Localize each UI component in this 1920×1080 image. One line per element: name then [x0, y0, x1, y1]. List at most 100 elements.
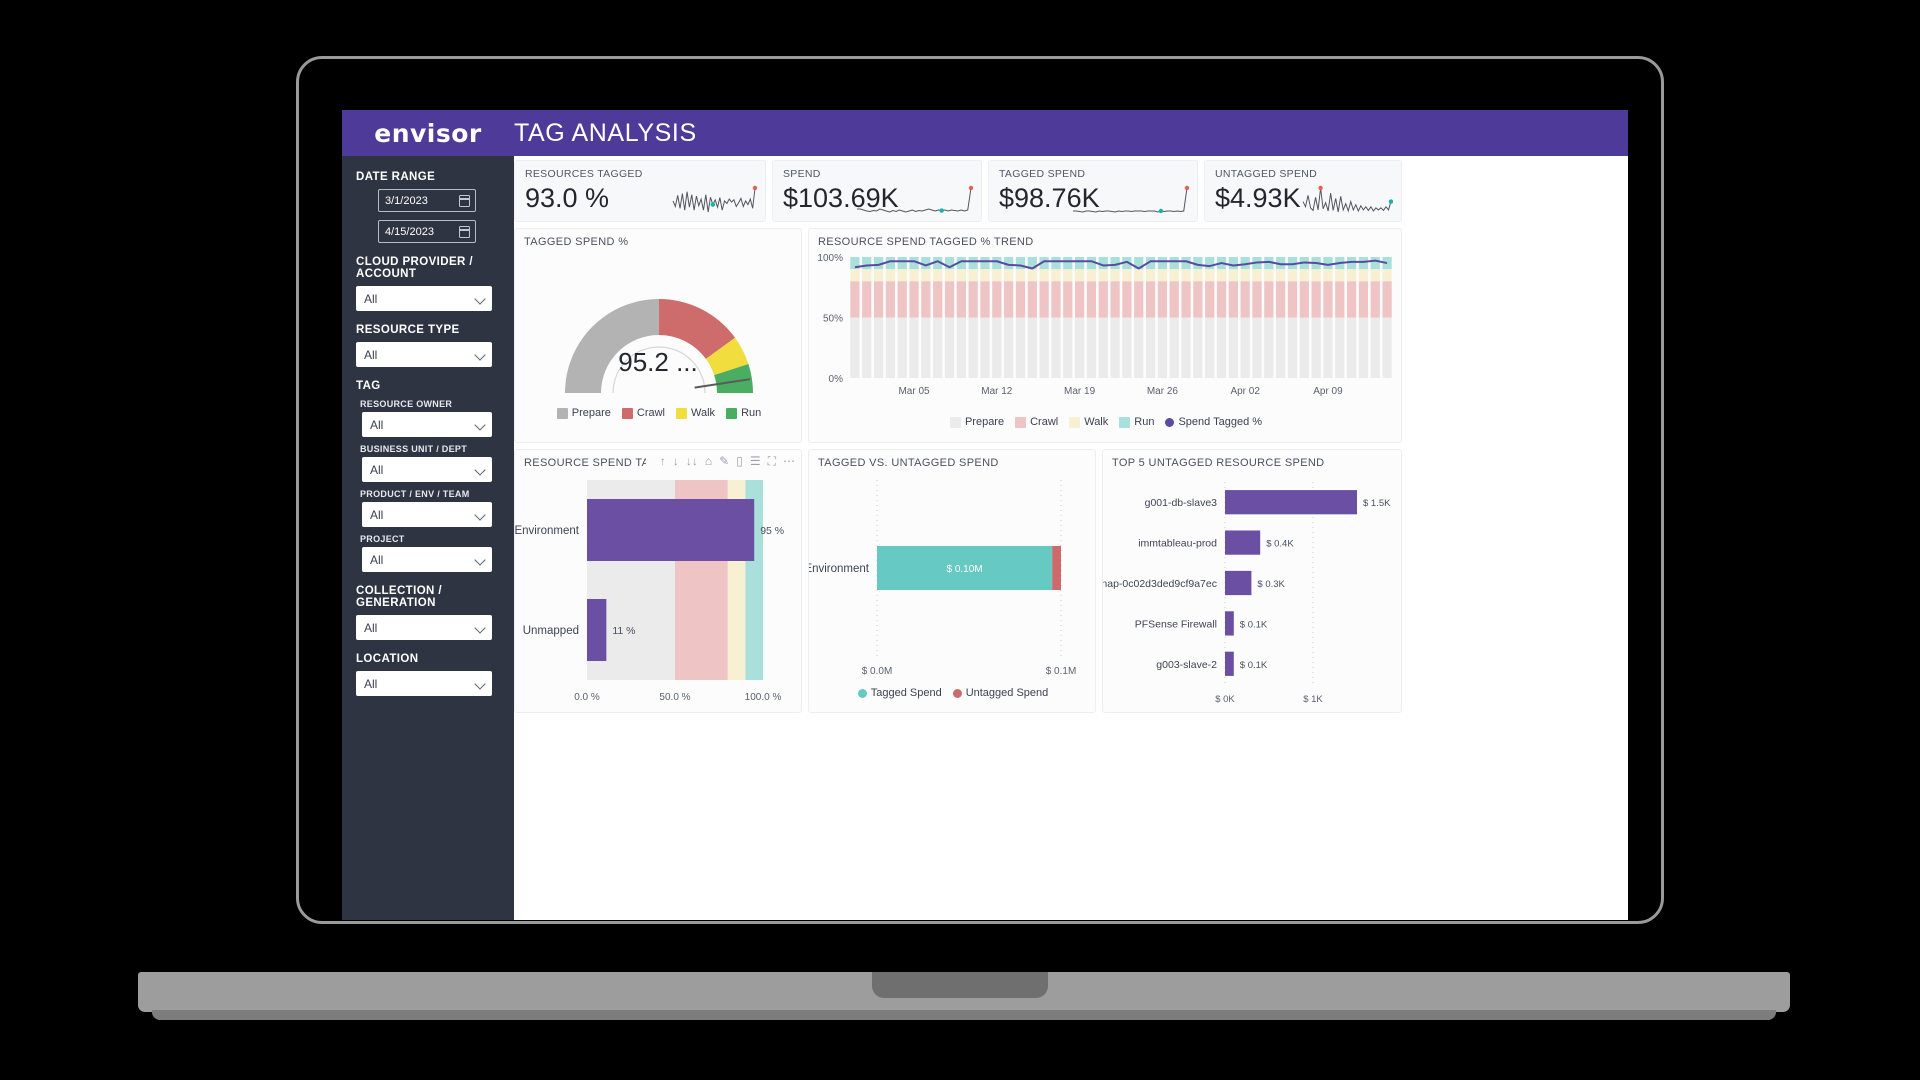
legend-swatch	[621, 407, 633, 419]
chevron-down-icon[interactable]	[474, 419, 486, 431]
page-title: TAG ANALYSIS	[514, 118, 697, 147]
resource-owner-value: All	[370, 417, 384, 432]
svg-text:$ 0.3K: $ 0.3K	[1257, 579, 1285, 590]
chevron-down-icon[interactable]	[474, 622, 486, 634]
legend-label: Prepare	[571, 407, 611, 419]
chevron-down-icon[interactable]	[474, 554, 486, 566]
filter-sublabel-project: PROJECT	[360, 534, 405, 544]
kpi-card-resources-tagged[interactable]: RESOURCES TAGGED 93.0 %	[514, 160, 766, 222]
kpi-value: $4.93K	[1215, 183, 1301, 213]
svg-text:$ 0.1K: $ 0.1K	[1240, 660, 1268, 671]
chevron-down-icon[interactable]	[474, 293, 486, 305]
focus-icon[interactable]: ⛶	[768, 455, 776, 467]
legend-swatch	[1069, 416, 1081, 428]
svg-text:50.0 %: 50.0 %	[659, 692, 690, 703]
report-canvas: RESOURCES TAGGED 93.0 % SPEND $103.69K T…	[514, 156, 1628, 920]
project-value: All	[370, 552, 384, 567]
cloud-provider-select[interactable]: All	[356, 286, 492, 311]
business-unit-value: All	[370, 462, 384, 477]
more-options-icon[interactable]: ⋯	[783, 455, 795, 467]
svg-text:Apr 09: Apr 09	[1313, 386, 1343, 397]
location-select[interactable]: All	[356, 671, 492, 696]
svg-text:Mar 05: Mar 05	[898, 386, 930, 397]
legend-swatch	[1165, 417, 1175, 427]
svg-text:g003-slave-2: g003-slave-2	[1156, 659, 1217, 671]
laptop-base-shadow	[152, 1010, 1776, 1020]
legend-item[interactable]: Tagged Spend	[857, 687, 942, 699]
product-env-team-select[interactable]: All	[362, 502, 492, 527]
legend-swatch	[949, 416, 961, 428]
legend-item[interactable]: Crawl	[1015, 416, 1058, 428]
chevron-down-icon[interactable]	[474, 678, 486, 690]
cloud-provider-value: All	[364, 291, 378, 306]
legend-swatch	[1015, 416, 1027, 428]
legend-item[interactable]: Walk	[1069, 416, 1108, 428]
legend-label: Run	[1134, 416, 1155, 428]
drill-icon[interactable]: ⌂	[705, 455, 712, 467]
legend-item[interactable]: Walk	[676, 407, 715, 419]
visual-tagged-spend-gauge[interactable]: TAGGED SPEND % 95.2 ... Prepare Crawl Walk…	[514, 228, 802, 443]
sparkline-chart	[1071, 183, 1190, 220]
business-unit-select[interactable]: All	[362, 457, 492, 482]
resource-type-select[interactable]: All	[356, 342, 492, 367]
chevron-down-icon[interactable]	[474, 509, 486, 521]
start-date-field[interactable]: 3/1/2023	[378, 189, 476, 212]
svg-text:PFSense Firewall: PFSense Firewall	[1135, 618, 1217, 630]
laptop-trackpad-notch	[872, 972, 1048, 998]
sparkline-chart	[1301, 183, 1394, 220]
filter-sublabel-resource-owner: RESOURCE OWNER	[360, 399, 453, 409]
visual-toolbar[interactable]: ↑ ↓ ↓↓ ⌂ ✎ ▯ ☰ ⛶ ⋯	[660, 455, 795, 467]
svg-text:$ 0.0M: $ 0.0M	[862, 666, 893, 677]
legend-item[interactable]: Spend Tagged %	[1165, 416, 1262, 428]
legend-item[interactable]: Prepare	[556, 407, 611, 419]
start-date-value: 3/1/2023	[385, 194, 428, 207]
project-select[interactable]: All	[362, 547, 492, 572]
svg-text:$ 0.1M: $ 0.1M	[1046, 666, 1077, 677]
app-header: envisor TAG ANALYSIS	[342, 110, 1628, 156]
legend-item[interactable]: Run	[726, 407, 761, 419]
legend-item[interactable]: Untagged Spend	[952, 687, 1048, 699]
sort-asc-icon[interactable]: ↑	[660, 455, 666, 467]
end-date-field[interactable]: 4/15/2023	[378, 220, 476, 243]
chevron-down-icon[interactable]	[474, 464, 486, 476]
collection-generation-select[interactable]: All	[356, 615, 492, 640]
kpi-card-spend[interactable]: SPEND $103.69K	[772, 160, 982, 222]
kpi-card-tagged-spend[interactable]: TAGGED SPEND $98.76K	[988, 160, 1198, 222]
kpi-label: SPEND	[783, 168, 821, 180]
svg-text:$ 1.5K: $ 1.5K	[1363, 498, 1391, 509]
legend-swatch	[857, 688, 867, 698]
kpi-label: UNTAGGED SPEND	[1215, 168, 1318, 180]
visual-resource-spend-tagged[interactable]: RESOURCE SPEND TAGGED % ↑↓↓↓⌂✎▯☰⛶⋯ Envir…	[514, 449, 802, 713]
visual-resource-spend-trend[interactable]: RESOURCE SPEND TAGGED % TREND 0% 50% 100% M…	[808, 228, 1402, 443]
envisor-logo[interactable]: envisor	[342, 119, 514, 148]
kpi-label: TAGGED SPEND	[999, 168, 1086, 180]
pin-icon[interactable]: ✎	[719, 455, 729, 467]
sort-axis-icon[interactable]: ↓↓	[686, 455, 698, 467]
legend-swatch	[556, 407, 568, 419]
legend-label: Walk	[691, 407, 716, 419]
legend-label: Prepare	[964, 416, 1005, 428]
calendar-icon[interactable]	[458, 226, 470, 238]
legend-swatch	[676, 407, 688, 419]
visual-top5-untagged-spend[interactable]: TOP 5 UNTAGGED RESOURCE SPEND g001-db-sl…	[1096, 449, 1402, 713]
svg-text:Mar 19: Mar 19	[1064, 386, 1096, 397]
comment-icon[interactable]: ▯	[736, 455, 743, 467]
visual-title: TAGGED SPEND %	[524, 236, 629, 248]
svg-text:11 %: 11 %	[612, 625, 635, 637]
svg-text:50%: 50%	[823, 314, 843, 325]
end-date-value: 4/15/2023	[385, 225, 434, 238]
resource-type-value: All	[364, 347, 378, 362]
kpi-card-untagged-spend[interactable]: UNTAGGED SPEND $4.93K	[1204, 160, 1402, 222]
resource-spend-tagged-chart: Environment 95 % Unmapped 11 % 0.0 % 50.0 % 10…	[514, 472, 803, 714]
product-env-team-value: All	[370, 507, 384, 522]
svg-text:immtableau-prod: immtableau-prod	[1138, 538, 1217, 550]
sort-desc-icon[interactable]: ↓	[673, 455, 679, 467]
filter-icon[interactable]: ☰	[750, 455, 761, 467]
visual-tagged-vs-untagged[interactable]: TAGGED VS. UNTAGGED SPEND $ 0.10M Environ…	[804, 449, 1096, 713]
legend-item[interactable]: Run	[1119, 416, 1154, 428]
calendar-icon[interactable]	[458, 195, 470, 207]
legend-item[interactable]: Prepare	[949, 416, 1005, 428]
legend-item[interactable]: Crawl	[621, 407, 665, 419]
resource-owner-select[interactable]: All	[362, 412, 492, 437]
chevron-down-icon[interactable]	[474, 349, 486, 361]
